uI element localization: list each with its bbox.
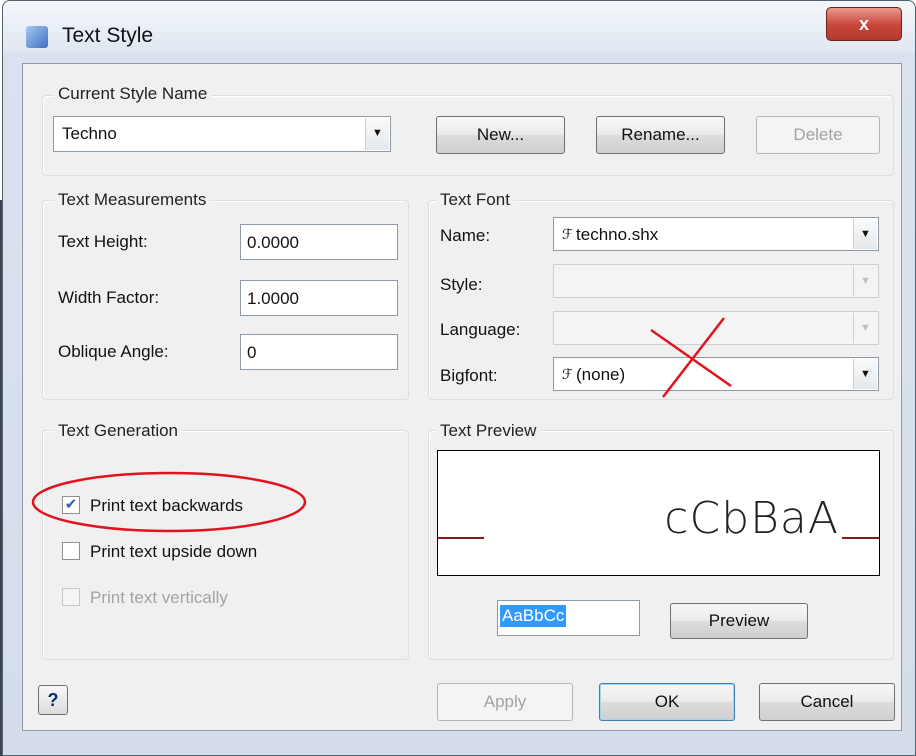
annotation-ellipse <box>31 471 307 533</box>
annotation-x-stroke-2 <box>650 328 732 388</box>
annotation-x-stroke-1 <box>662 317 725 398</box>
annotation-overlay <box>31 317 732 533</box>
